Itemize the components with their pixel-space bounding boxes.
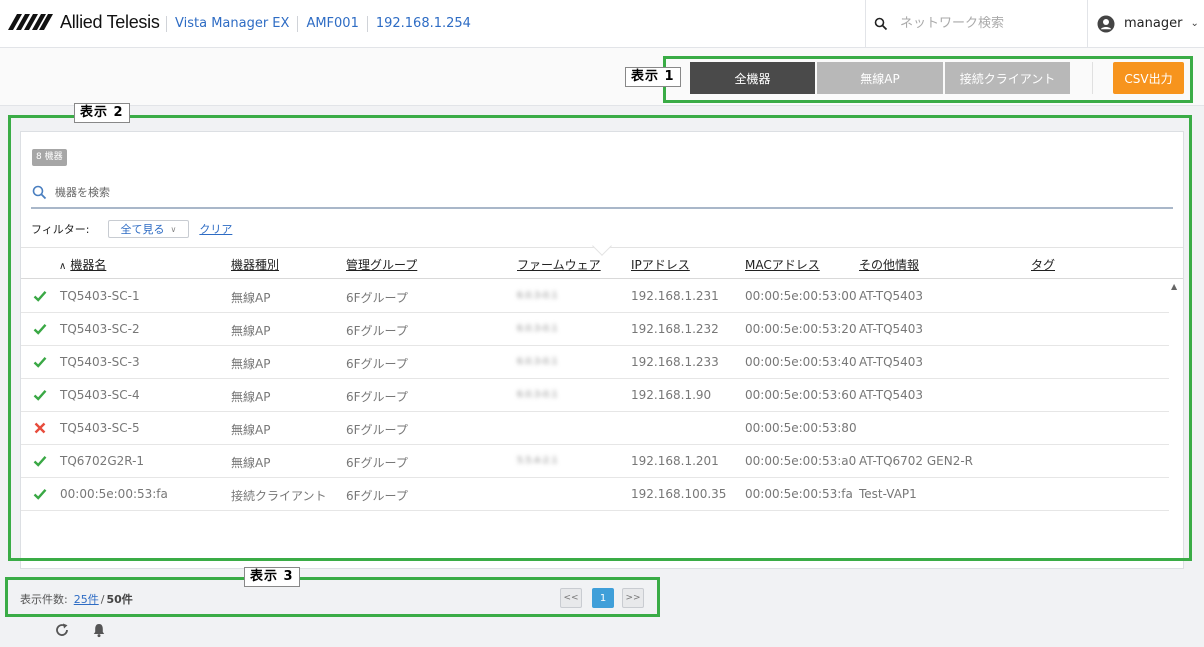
annotation-label-2: 表示 2 [74,103,130,123]
breadcrumb-ip[interactable]: 192.168.1.254 [366,16,479,32]
allied-telesis-logo[interactable]: Allied Telesis [8,11,160,33]
top-header: Allied Telesis Vista Manager EX AMF001 1… [0,0,1204,48]
annotation-label-1: 表示 1 [625,67,681,87]
user-name: manager [1124,16,1183,31]
annotation-label-3: 表示 3 [244,567,300,587]
annotation-box-2 [8,115,1192,561]
annotation-box-3 [5,577,660,617]
chevron-down-icon: ⌄ [1190,18,1199,29]
user-icon [1097,15,1115,32]
refresh-icon[interactable] [54,622,70,638]
breadcrumb: Vista Manager EX AMF001 192.168.1.254 [166,14,479,34]
breadcrumb-app[interactable]: Vista Manager EX [166,16,297,32]
bell-icon[interactable] [91,622,107,638]
logo-text: Allied Telesis [60,11,160,32]
annotation-box-1 [663,56,1193,103]
logo-mark-icon [8,14,53,30]
network-search [865,0,1087,47]
breadcrumb-amf[interactable]: AMF001 [297,16,366,32]
user-menu[interactable]: manager ⌄ [1087,0,1204,47]
search-icon [874,17,888,30]
network-search-input[interactable] [900,16,1070,31]
